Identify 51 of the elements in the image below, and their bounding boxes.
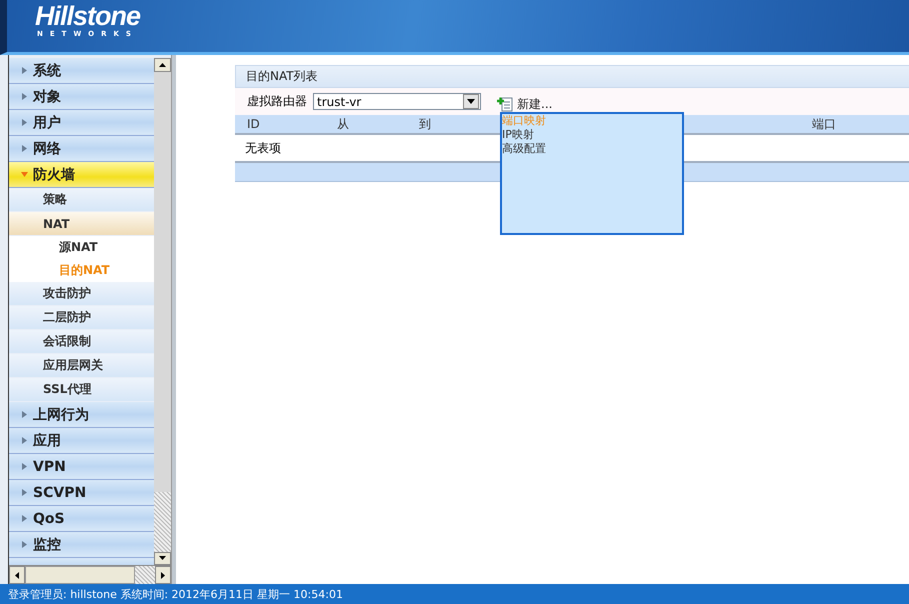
panel-title: 目的NAT列表 bbox=[235, 65, 909, 88]
arrow-down-icon bbox=[159, 556, 166, 560]
caret-right-icon bbox=[21, 541, 28, 548]
scroll-up-button[interactable] bbox=[154, 58, 171, 72]
menu-item[interactable]: 用户 bbox=[9, 110, 154, 136]
submenu-item[interactable]: 应用层网关 bbox=[9, 354, 154, 378]
menu-item[interactable]: 监控 bbox=[9, 532, 154, 558]
caret-right-icon bbox=[21, 93, 28, 100]
menu-item[interactable]: QoS bbox=[9, 506, 154, 532]
caret-down-icon bbox=[21, 171, 28, 178]
menu-item[interactable]: VPN bbox=[9, 454, 154, 480]
caret-right-icon bbox=[21, 515, 28, 522]
menu-option[interactable]: IP映射 bbox=[502, 128, 682, 142]
arrow-left-icon bbox=[15, 572, 19, 578]
submenu-item[interactable]: 策略 bbox=[9, 188, 154, 212]
submenu-item[interactable]: 会话限制 bbox=[9, 330, 154, 354]
virtual-router-dropdown[interactable]: trust-vr bbox=[313, 93, 481, 110]
status-text: 登录管理员: hillstone 系统时间: 2012年6月11日 星期一 10:54:01 bbox=[0, 584, 909, 604]
caret-right-icon bbox=[21, 463, 28, 470]
submenu-item[interactable]: 二层防护 bbox=[9, 306, 154, 330]
menu-item[interactable]: 上网行为 bbox=[9, 402, 154, 428]
submenu-item[interactable]: SSL代理 bbox=[9, 378, 154, 402]
empty-table-text: 无表项 bbox=[245, 140, 281, 156]
arrow-up-icon bbox=[159, 62, 166, 67]
menu-item[interactable]: 网络 bbox=[9, 136, 154, 162]
scroll-right-button[interactable] bbox=[155, 566, 171, 584]
column-header: ID bbox=[247, 117, 260, 131]
caret-right-icon bbox=[21, 145, 28, 152]
menu-item[interactable]: 防火墙 bbox=[9, 162, 154, 188]
add-document-icon bbox=[497, 96, 513, 112]
menu-item[interactable]: 应用 bbox=[9, 428, 154, 454]
column-header: 到 bbox=[419, 116, 431, 132]
column-header: 端口 bbox=[812, 116, 836, 132]
submenu-item[interactable]: 攻击防护 bbox=[9, 282, 154, 306]
caret-right-icon bbox=[21, 437, 28, 444]
caret-right-icon bbox=[21, 489, 28, 496]
menu-item[interactable]: 系统 bbox=[9, 58, 154, 84]
menu-option[interactable]: 高级配置 bbox=[502, 142, 682, 156]
menu-item[interactable]: 对象 bbox=[9, 84, 154, 110]
scroll-thumb[interactable] bbox=[25, 566, 135, 584]
field-label: 虚拟路由器 bbox=[247, 93, 307, 110]
menu-item[interactable]: SCVPN bbox=[9, 480, 154, 506]
scroll-down-button[interactable] bbox=[154, 552, 171, 565]
arrow-right-icon bbox=[161, 572, 165, 578]
scroll-left-button[interactable] bbox=[9, 566, 25, 584]
column-header: 从 bbox=[337, 116, 349, 132]
submenu-item[interactable]: NAT bbox=[9, 212, 154, 236]
caret-right-icon bbox=[21, 67, 28, 74]
caret-right-icon bbox=[21, 411, 28, 418]
caret-right-icon bbox=[21, 119, 28, 126]
scroll-thumb[interactable] bbox=[154, 492, 171, 552]
